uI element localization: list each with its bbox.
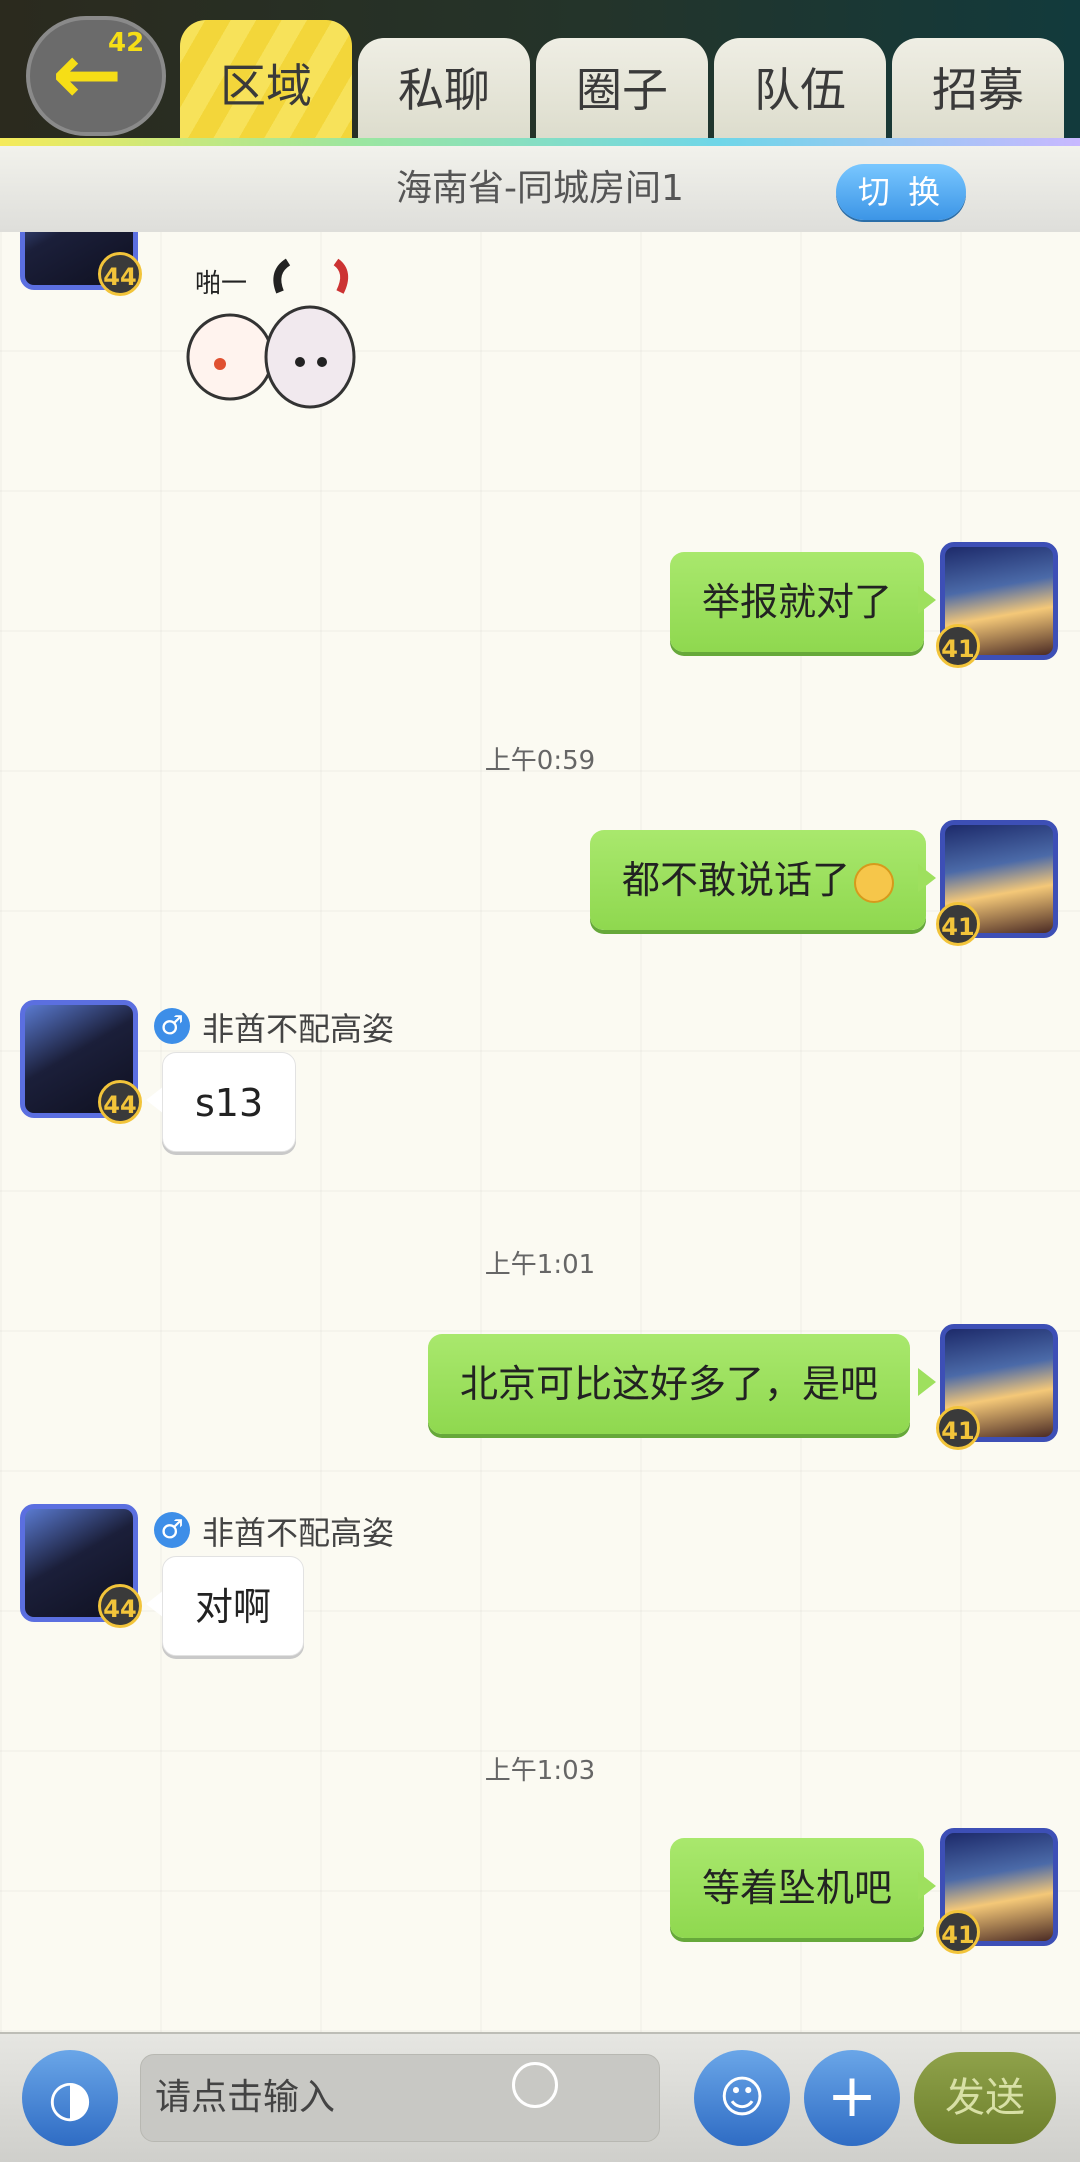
sticker-text: 啪一 [195, 269, 247, 299]
emoji-button[interactable]: ☺ [694, 2050, 790, 2146]
bubble-tail [918, 1872, 936, 1900]
bubble-tail [918, 864, 936, 892]
top-bar-divider [0, 138, 1080, 146]
send-button[interactable]: 发送 [914, 2052, 1056, 2144]
tab-private-chat[interactable]: 私聊 [358, 38, 530, 142]
message-text: 都不敢说话了 [622, 858, 851, 902]
sticker-image[interactable]: 啪一 [180, 252, 380, 422]
voice-icon: ◑ [48, 2069, 92, 2127]
more-options-button[interactable]: + [804, 2050, 900, 2146]
tab-bar: 区域 私聊 圈子 队伍 招募 [180, 20, 1080, 142]
tab-region[interactable]: 区域 [180, 20, 352, 142]
input-bar: ◑ 请点击输入 ☺ + 发送 [0, 2032, 1080, 2162]
message-bubble[interactable]: 等着坠机吧 [670, 1838, 925, 1938]
level-badge: 41 [936, 1406, 980, 1450]
sender-name[interactable]: 非酋不配高姿 [202, 1004, 394, 1050]
plus-icon: + [826, 2061, 878, 2131]
message-bubble[interactable]: s13 [162, 1052, 297, 1152]
message-bubble[interactable]: 北京可比这好多了，是吧 [428, 1334, 911, 1434]
back-badge-count: 42 [108, 28, 145, 58]
level-badge: 44 [98, 1584, 142, 1628]
room-header: 海南省-同城房间1 切 换 [0, 146, 1080, 234]
tab-team[interactable]: 队伍 [714, 38, 886, 142]
tab-circle[interactable]: 圈子 [536, 38, 708, 142]
message-timestamp: 上午0:59 [484, 746, 596, 776]
male-gender-icon: ♂ [154, 1512, 190, 1548]
top-bar: ← 42 区域 私聊 圈子 队伍 招募 [0, 0, 1080, 142]
sender-name[interactable]: 非酋不配高姿 [202, 1508, 394, 1554]
message-input[interactable]: 请点击输入 [140, 2054, 660, 2142]
message-bubble[interactable]: 举报就对了 [670, 552, 925, 652]
message-timestamp: 上午1:03 [484, 1756, 596, 1786]
message-bubble[interactable]: 都不敢说话了 [590, 830, 927, 930]
chat-message-list[interactable]: 44 啪一 举报就对了 41 上午0:59 都不敢说话了 41 44 ♂ 非酋不… [0, 232, 1080, 2032]
male-gender-icon: ♂ [154, 1008, 190, 1044]
emoji-icon: ☺ [719, 2072, 765, 2123]
bubble-tail [918, 586, 936, 614]
level-badge: 41 [936, 624, 980, 668]
level-badge: 41 [936, 902, 980, 946]
switch-room-button[interactable]: 切 换 [836, 164, 966, 220]
tab-recruit[interactable]: 招募 [892, 38, 1064, 142]
level-badge: 41 [936, 1910, 980, 1954]
message-timestamp: 上午1:01 [484, 1250, 596, 1280]
message-bubble[interactable]: 对啊 [162, 1556, 305, 1656]
bubble-tail [918, 1368, 936, 1396]
circle-overlay-icon [512, 2062, 558, 2108]
level-badge: 44 [98, 1080, 142, 1124]
voice-input-button[interactable]: ◑ [22, 2050, 118, 2146]
level-badge: 44 [98, 252, 142, 296]
back-button[interactable]: ← 42 [26, 16, 166, 136]
thinking-face-emoji-icon [854, 862, 895, 903]
